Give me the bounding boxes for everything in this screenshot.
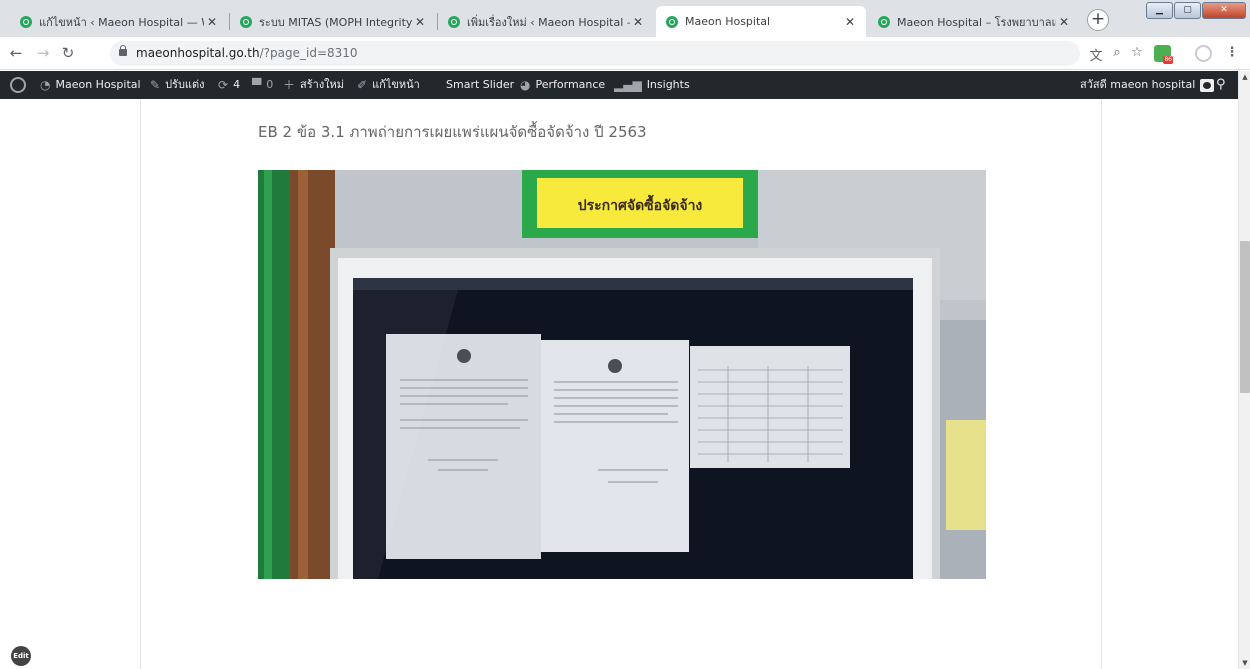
translate-icon[interactable]: 文 <box>1087 45 1105 64</box>
site-favicon-icon <box>666 15 678 28</box>
performance-icon: ◕ <box>520 78 531 92</box>
zoom-icon[interactable]: ⌕ <box>1108 45 1126 60</box>
comments-link[interactable]: ▀ 0 <box>252 71 273 99</box>
url-host: maeonhospital.go.th <box>136 46 260 60</box>
account-greeting[interactable]: สวัสดี maeon hospital <box>1080 71 1215 99</box>
scroll-down-arrow-icon[interactable]: ▼ <box>1241 659 1249 667</box>
scrollbar-thumb[interactable] <box>1240 241 1250 393</box>
site-favicon-icon <box>240 15 252 28</box>
browser-toolbar: ← → ↻ maeonhospital.go.th/?page_id=8310 … <box>0 37 1250 70</box>
tab-title: ระบบ MITAS (MOPH Integrity and <box>259 15 412 29</box>
image-caption: EB 2 ข้อ 3.1 ภาพถ่ายการเผยแพร่แผนจัดซื้อ… <box>258 123 647 141</box>
performance-link[interactable]: ◕ Performance <box>520 71 605 99</box>
brush-icon: ✎ <box>150 78 161 92</box>
notice-board-photo[interactable]: ประกาศจัดซื้อจัดจ้าง <box>258 170 986 579</box>
edit-button[interactable]: Edit <box>11 646 31 666</box>
line-extension-icon[interactable]: 86 <box>1154 45 1173 64</box>
tab-close-icon[interactable]: ✕ <box>204 15 220 29</box>
bar-chart-icon: ▂▄▆ <box>614 78 642 92</box>
bookmark-star-icon[interactable]: ☆ <box>1128 45 1146 60</box>
site-favicon-icon <box>20 15 32 28</box>
browser-tab-1[interactable]: แก้ไขหน้า ‹ Maeon Hospital — W ✕ <box>10 6 228 37</box>
browser-tab-strip: แก้ไขหน้า ‹ Maeon Hospital — W ✕ ระบบ MI… <box>0 0 1250 37</box>
menu-dots-icon[interactable]: ⋮ <box>1223 45 1241 60</box>
window-controls: ▁ ▢ ✕ <box>1145 2 1246 19</box>
page-scrollbar[interactable]: ▲ ▼ <box>1238 71 1250 669</box>
browser-tab-2[interactable]: ระบบ MITAS (MOPH Integrity and ✕ <box>230 6 436 37</box>
new-content-link[interactable]: ＋สร้างใหม่ <box>283 71 344 99</box>
tab-close-icon[interactable]: ✕ <box>412 15 428 29</box>
new-tab-button[interactable]: + <box>1087 9 1109 31</box>
page-content: EB 2 ข้อ 3.1 ภาพถ่ายการเผยแพร่แผนจัดซื้อ… <box>0 99 1238 669</box>
tab-title: Maeon Hospital – โรงพยาบาลแม่ <box>897 15 1056 29</box>
wp-logo-icon[interactable] <box>10 71 26 99</box>
site-favicon-icon <box>878 15 890 28</box>
site-name-link[interactable]: ◔ Maeon Hospital <box>40 71 141 99</box>
profile-avatar-icon[interactable] <box>1195 45 1212 62</box>
customize-link[interactable]: ✎ ปรับแต่ง <box>150 71 205 99</box>
tab-title: เพิ่มเรื่องใหม่ ‹ Maeon Hospital — W <box>467 15 630 29</box>
updates-link[interactable]: ⟳ 4 <box>218 71 240 99</box>
browser-tab-5[interactable]: Maeon Hospital – โรงพยาบาลแม่ ✕ <box>868 6 1080 37</box>
wp-admin-bar: ◔ Maeon Hospital ✎ ปรับแต่ง ⟳ 4 ▀ 0 ＋สร้างให… <box>0 71 1238 99</box>
tab-close-icon[interactable]: ✕ <box>842 15 858 29</box>
smart-slider-link[interactable]: Smart Slider <box>446 71 514 99</box>
url-path: /?page_id=8310 <box>259 46 358 60</box>
tab-title: แก้ไขหน้า ‹ Maeon Hospital — W <box>39 15 204 29</box>
photo-illustration: ประกาศจัดซื้อจัดจ้าง <box>258 170 986 579</box>
content-border-left <box>140 99 141 669</box>
insights-link[interactable]: ▂▄▆ Insights <box>614 71 690 99</box>
close-window-button[interactable]: ✕ <box>1202 2 1246 19</box>
maximize-button[interactable]: ▢ <box>1174 2 1201 19</box>
browser-tab-4-active[interactable]: Maeon Hospital ✕ <box>656 6 866 37</box>
search-icon[interactable]: ⚲ <box>1216 71 1226 99</box>
site-favicon-icon <box>448 15 460 28</box>
tab-close-icon[interactable]: ✕ <box>630 15 646 29</box>
edit-page-link[interactable]: ✐ แก้ไขหน้า <box>357 71 420 99</box>
back-arrow-icon[interactable]: ← <box>6 44 26 62</box>
updates-icon: ⟳ <box>218 78 229 92</box>
pencil-icon: ✐ <box>357 78 368 92</box>
scroll-up-arrow-icon[interactable]: ▲ <box>1241 73 1249 81</box>
avatar <box>1200 78 1215 92</box>
address-bar[interactable]: maeonhospital.go.th/?page_id=8310 <box>110 41 1080 66</box>
dashboard-icon: ◔ <box>40 78 51 92</box>
plus-icon: ＋ <box>283 78 296 92</box>
forward-arrow-icon[interactable]: → <box>33 44 53 62</box>
reload-icon[interactable]: ↻ <box>58 44 78 62</box>
tab-title: Maeon Hospital <box>685 15 771 28</box>
comment-icon: ▀ <box>252 78 262 92</box>
browser-tab-3[interactable]: เพิ่มเรื่องใหม่ ‹ Maeon Hospital — W ✕ <box>438 6 654 37</box>
minimize-button[interactable]: ▁ <box>1146 2 1173 19</box>
tab-close-icon[interactable]: ✕ <box>1056 15 1072 29</box>
lock-icon <box>119 45 127 56</box>
content-border-right <box>1101 99 1102 669</box>
